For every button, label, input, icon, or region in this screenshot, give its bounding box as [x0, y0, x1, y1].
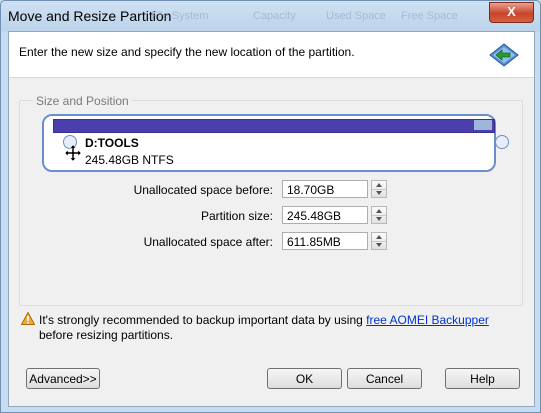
partition-size-label: Partition size: [200, 209, 273, 223]
unallocated-before-spinner[interactable] [371, 180, 387, 198]
unallocated-before-input[interactable]: 18.70GB [282, 180, 368, 198]
title-bar[interactable]: Move and Resize Partition File System Ca… [1, 1, 540, 31]
background-tab-label: File System [151, 10, 209, 22]
spin-up-icon[interactable] [376, 235, 382, 239]
spin-up-icon[interactable] [376, 183, 382, 187]
background-tab-label: Used Space [326, 10, 386, 22]
resize-arrow-icon [489, 43, 519, 67]
partition-usage-bar[interactable] [53, 119, 495, 133]
unallocated-after-label: Unallocated space after: [143, 235, 273, 249]
warning-triangle-icon [21, 312, 35, 325]
background-tab-label: Free Space [401, 10, 458, 22]
aomei-backupper-link[interactable]: free AOMEI Backupper [366, 313, 489, 327]
close-icon: X [507, 4, 516, 19]
instruction-text: Enter the new size and specify the new l… [19, 45, 355, 59]
partition-name: D:TOOLS [85, 136, 139, 150]
advanced-button[interactable]: Advanced>> [26, 368, 100, 389]
backup-warning: It's strongly recommended to backup impo… [39, 313, 509, 343]
close-button[interactable]: X [489, 2, 534, 23]
cancel-button[interactable]: Cancel [347, 368, 422, 389]
spin-down-icon[interactable] [376, 191, 382, 195]
partition-bar-free-segment [474, 120, 492, 130]
spin-up-icon[interactable] [376, 209, 382, 213]
right-resize-handle[interactable] [495, 135, 509, 149]
warning-text-before: It's strongly recommended to backup impo… [39, 313, 367, 327]
spin-down-icon[interactable] [376, 243, 382, 247]
ok-button[interactable]: OK [267, 368, 342, 389]
partition-size-spinner[interactable] [371, 206, 387, 224]
window-title: Move and Resize Partition [8, 8, 172, 24]
unallocated-after-spinner[interactable] [371, 232, 387, 250]
unallocated-after-input[interactable]: 611.85MB [282, 232, 368, 250]
dialog-header: Enter the new size and specify the new l… [9, 32, 534, 78]
move-resize-dialog: Move and Resize Partition File System Ca… [0, 0, 541, 413]
partition-size-input[interactable]: 245.48GB [282, 206, 368, 224]
spin-down-icon[interactable] [376, 217, 382, 221]
help-button[interactable]: Help [445, 368, 520, 389]
warning-text-after: before resizing partitions. [39, 328, 174, 342]
partition-size-fs: 245.48GB NTFS [85, 153, 174, 167]
group-label: Size and Position [33, 94, 132, 108]
move-cursor-icon [65, 145, 81, 161]
background-tab-label: Capacity [253, 10, 296, 22]
unallocated-before-label: Unallocated space before: [133, 183, 273, 197]
